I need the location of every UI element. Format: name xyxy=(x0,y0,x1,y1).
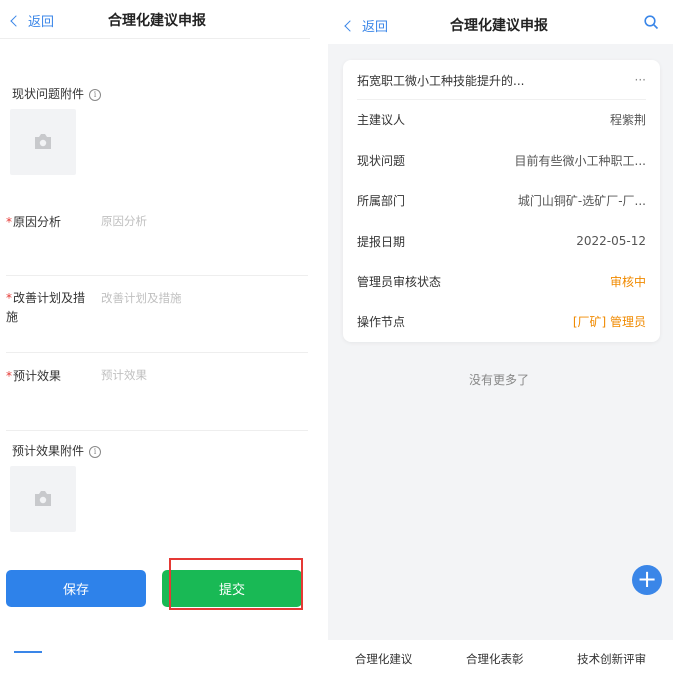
effect-label: *预计效果 xyxy=(6,367,61,384)
card-row: 操作节点 [厂矿] 管理员 xyxy=(357,301,646,341)
save-button[interactable]: 保存 xyxy=(6,570,146,607)
card-row: 主建议人 程紫荆 xyxy=(357,99,646,139)
more-icon[interactable]: ··· xyxy=(635,73,646,87)
attachment-label: 现状问题附件 i xyxy=(12,85,102,102)
card-row: 提报日期 2022-05-12 xyxy=(357,221,646,261)
chevron-left-icon xyxy=(10,14,22,27)
node-value: [厂矿] 管理员 xyxy=(572,314,646,329)
required-mark: * xyxy=(6,369,12,383)
cause-label-text: 原因分析 xyxy=(13,215,62,229)
divider xyxy=(0,38,310,39)
camera-icon xyxy=(35,491,51,506)
attachment-label-text: 现状问题附件 xyxy=(12,87,85,101)
card-row: 所属部门 城门山铜矿-选矿厂-厂... xyxy=(357,180,646,220)
effect-attachment-label-text: 预计效果附件 xyxy=(12,444,85,458)
effect-input[interactable]: 预计效果 xyxy=(101,367,147,383)
back-button-right[interactable]: 返回 xyxy=(344,16,389,35)
no-more-text: 没有更多了 xyxy=(469,373,530,387)
required-mark: * xyxy=(6,215,12,229)
chevron-left-icon xyxy=(344,19,356,32)
back-label: 返回 xyxy=(28,15,55,30)
row-value: 2022-05-12 xyxy=(576,234,646,248)
row-key: 现状问题 xyxy=(357,153,406,168)
add-button[interactable]: + xyxy=(632,565,662,595)
highlight-box xyxy=(169,558,303,610)
photo-upload[interactable] xyxy=(10,109,76,175)
tab-tech-review[interactable]: 技术创新评审 xyxy=(577,651,646,667)
card-row: 管理员审核状态 审核中 xyxy=(357,261,646,301)
suggestion-card[interactable]: 拓宽职工微小工种技能提升的... ··· 主建议人 程紫荆 现状问题 目前有些微… xyxy=(343,60,660,342)
photo-upload[interactable] xyxy=(10,466,76,532)
row-value: 目前有些微小工种职工... xyxy=(514,153,646,168)
tab-indicator xyxy=(14,651,42,653)
effect-label-text: 预计效果 xyxy=(13,369,62,383)
camera-icon xyxy=(35,134,51,149)
plan-input[interactable]: 改善计划及措施 xyxy=(101,290,182,306)
row-value: 城门山铜矿-选矿厂-厂... xyxy=(517,193,646,208)
status-badge: 审核中 xyxy=(609,274,646,289)
divider xyxy=(6,275,308,276)
tab-commendations[interactable]: 合理化表彰 xyxy=(466,651,524,667)
card-title: 拓宽职工微小工种技能提升的... xyxy=(357,73,525,88)
card-row: 现状问题 目前有些微小工种职工... xyxy=(357,140,646,180)
cause-input[interactable]: 原因分析 xyxy=(101,213,147,229)
bottom-tab-bar: 合理化建议 合理化表彰 技术创新评审 xyxy=(328,640,673,678)
row-value: 程紫荆 xyxy=(609,112,646,127)
row-key: 操作节点 xyxy=(357,314,406,329)
divider xyxy=(6,430,308,431)
effect-attachment-label: 预计效果附件 i xyxy=(12,442,102,459)
tab-suggestions[interactable]: 合理化建议 xyxy=(355,651,413,667)
row-key: 所属部门 xyxy=(357,193,406,208)
row-key: 提报日期 xyxy=(357,234,406,249)
page-title: 合理化建议申报 xyxy=(108,13,206,29)
info-icon[interactable]: i xyxy=(89,445,102,458)
row-key: 主建议人 xyxy=(357,112,406,127)
panel-gap xyxy=(315,0,328,678)
submit-form-panel: 返回 合理化建议申报 现状问题附件 i *原因分析 原因分析 *改善计划及措施 改… xyxy=(0,0,315,678)
required-mark: * xyxy=(6,291,12,305)
back-label: 返回 xyxy=(362,20,389,35)
info-icon[interactable]: i xyxy=(89,88,102,101)
page-title-right: 合理化建议申报 xyxy=(450,18,548,34)
plan-label-text: 改善计划及措施 xyxy=(6,291,86,324)
plan-label: *改善计划及措施 xyxy=(6,289,92,327)
cause-label: *原因分析 xyxy=(6,213,61,230)
search-icon[interactable] xyxy=(644,15,659,34)
row-key: 管理员审核状态 xyxy=(357,274,442,289)
back-button[interactable]: 返回 xyxy=(10,11,55,30)
card-header: 拓宽职工微小工种技能提升的... ··· xyxy=(357,60,646,100)
divider xyxy=(6,352,308,353)
